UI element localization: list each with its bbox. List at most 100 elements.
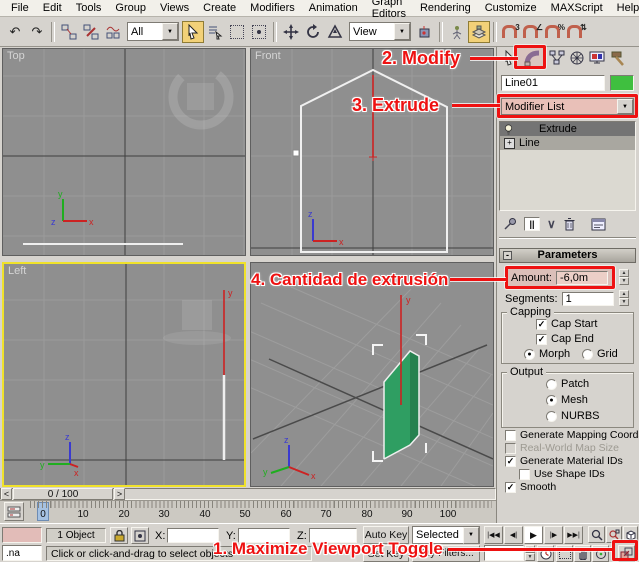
generate-mapping-coords-checkbox[interactable]: Generate Mapping Coords. bbox=[505, 429, 639, 441]
real-world-map-size-checkbox[interactable]: Real-World Map Size bbox=[505, 442, 619, 454]
unlink-button[interactable] bbox=[80, 21, 102, 43]
viewport-canvas-perspective[interactable]: y z y x bbox=[251, 263, 493, 486]
spinner-down-icon[interactable]: ▼ bbox=[619, 298, 629, 306]
tab-utilities[interactable] bbox=[607, 48, 628, 68]
open-mini-curve-editor-button[interactable] bbox=[4, 502, 24, 521]
undo-button[interactable]: ↶ bbox=[4, 21, 26, 43]
make-unique-icon[interactable]: ∨ bbox=[547, 217, 556, 231]
selection-filter-dropdown[interactable]: All ▼ bbox=[127, 22, 179, 41]
use-shape-ids-checkbox[interactable]: Use Shape IDs bbox=[519, 468, 605, 480]
viewport-canvas-front[interactable]: z x bbox=[251, 49, 493, 255]
remove-modifier-icon[interactable] bbox=[563, 217, 576, 231]
mesh-radio[interactable]: ●Mesh bbox=[546, 394, 588, 406]
tab-motion[interactable] bbox=[566, 48, 587, 68]
cap-end-checkbox[interactable]: ✓Cap End bbox=[536, 333, 594, 345]
chevron-down-icon[interactable]: ▼ bbox=[617, 99, 633, 114]
time-slider-handle[interactable]: 0 / 100 bbox=[13, 488, 113, 500]
cap-start-checkbox[interactable]: ✓Cap Start bbox=[536, 318, 597, 330]
amount-field[interactable]: -6,0m bbox=[556, 271, 608, 285]
maxscript-mini-listener-white[interactable]: .na bbox=[2, 545, 42, 561]
spinner-snap-toggle[interactable]: ⇅ bbox=[566, 21, 588, 43]
select-object-button[interactable] bbox=[182, 21, 204, 43]
spinner-up-icon[interactable]: ▲ bbox=[619, 269, 629, 277]
viewport-canvas-left[interactable]: y z y x bbox=[4, 264, 244, 485]
previous-frame-button[interactable]: ◀| bbox=[504, 526, 523, 544]
smooth-checkbox[interactable]: ✓Smooth bbox=[505, 481, 556, 493]
generate-material-ids-checkbox[interactable]: ✓Generate Material IDs bbox=[505, 455, 623, 467]
spinner-down-icon[interactable]: ▼ bbox=[619, 277, 629, 285]
redo-button[interactable]: ↷ bbox=[26, 21, 48, 43]
select-and-move-button[interactable] bbox=[280, 21, 302, 43]
configure-modifier-sets-icon[interactable] bbox=[591, 218, 606, 231]
select-and-rotate-button[interactable] bbox=[302, 21, 324, 43]
grid-radio[interactable]: Grid bbox=[582, 348, 618, 360]
expand-plus-icon[interactable]: + bbox=[504, 138, 515, 149]
chevron-down-icon[interactable]: ▼ bbox=[394, 23, 410, 40]
amount-row: Amount: -6,0m bbox=[511, 271, 608, 285]
menu-file[interactable]: File bbox=[4, 2, 36, 14]
segments-spinner[interactable]: ▲▼ bbox=[619, 290, 629, 306]
menu-help[interactable]: Help bbox=[610, 2, 639, 14]
reference-coordinate-system-dropdown[interactable]: View ▼ bbox=[349, 22, 411, 41]
cap-start-label: Cap Start bbox=[551, 318, 597, 330]
select-and-link-button[interactable] bbox=[58, 21, 80, 43]
go-to-end-button[interactable]: ▶▶| bbox=[564, 526, 583, 544]
nurbs-radio[interactable]: NURBS bbox=[546, 410, 600, 422]
morph-radio[interactable]: ●Morph bbox=[524, 348, 570, 360]
object-color-swatch[interactable] bbox=[610, 75, 634, 91]
chevron-down-icon[interactable]: ▼ bbox=[463, 527, 479, 544]
snaps-toggle-3d[interactable]: 3 bbox=[500, 21, 522, 43]
zoom-button[interactable] bbox=[588, 526, 605, 543]
percent-snap-toggle[interactable]: % bbox=[544, 21, 566, 43]
time-slider-next-button[interactable]: > bbox=[114, 488, 125, 500]
stack-item-line[interactable]: + Line bbox=[500, 136, 635, 150]
spinner-up-icon[interactable]: ▲ bbox=[619, 290, 629, 298]
menu-modifiers[interactable]: Modifiers bbox=[243, 2, 302, 14]
viewport-left[interactable]: y z y x Left bbox=[2, 262, 246, 487]
menu-edit[interactable]: Edit bbox=[36, 2, 69, 14]
play-button[interactable]: ▶ bbox=[524, 526, 543, 544]
use-pivot-point-center-button[interactable] bbox=[414, 21, 436, 43]
x-coord-field[interactable] bbox=[167, 528, 219, 543]
menu-group[interactable]: Group bbox=[108, 2, 153, 14]
select-and-scale-button[interactable] bbox=[324, 21, 346, 43]
menu-animation[interactable]: Animation bbox=[302, 2, 365, 14]
menu-views[interactable]: Views bbox=[153, 2, 196, 14]
keyboard-shortcut-override-toggle[interactable] bbox=[468, 21, 490, 43]
rectangular-selection-region-button[interactable] bbox=[226, 21, 248, 43]
absolute-mode-transform-toggle[interactable] bbox=[131, 527, 149, 544]
viewport-top[interactable]: y x z Top bbox=[2, 48, 246, 256]
select-and-manipulate-button[interactable] bbox=[446, 21, 468, 43]
maxscript-mini-listener-pink[interactable] bbox=[2, 527, 42, 543]
parameters-rollout-header[interactable]: - Parameters bbox=[499, 248, 636, 263]
spinner-down-icon[interactable]: ▼ bbox=[525, 553, 535, 561]
viewport-front[interactable]: z x Front bbox=[250, 48, 494, 256]
tab-hierarchy[interactable] bbox=[546, 48, 567, 68]
window-crossing-toggle[interactable] bbox=[248, 21, 270, 43]
menu-create[interactable]: Create bbox=[196, 2, 243, 14]
show-end-result-toggle[interactable]: || bbox=[524, 217, 540, 231]
viewport-perspective[interactable]: y z y x bbox=[250, 262, 494, 487]
time-slider-prev-button[interactable]: < bbox=[1, 488, 12, 500]
menu-customize[interactable]: Customize bbox=[478, 2, 544, 14]
select-by-name-button[interactable] bbox=[204, 21, 226, 43]
next-frame-button[interactable]: |▶ bbox=[544, 526, 563, 544]
patch-radio[interactable]: Patch bbox=[546, 378, 589, 390]
angle-snap-toggle[interactable]: ∠ bbox=[522, 21, 544, 43]
collapse-icon[interactable]: - bbox=[503, 251, 512, 260]
menu-tools[interactable]: Tools bbox=[69, 2, 109, 14]
bind-to-space-warp-button[interactable] bbox=[102, 21, 124, 43]
stack-item-extrude[interactable]: Extrude bbox=[500, 122, 635, 136]
chevron-down-icon[interactable]: ▼ bbox=[162, 23, 178, 40]
viewport-canvas-top[interactable]: y x z bbox=[3, 49, 245, 255]
menu-maxscript[interactable]: MAXScript bbox=[544, 2, 610, 14]
amount-spinner[interactable]: ▲▼ bbox=[619, 269, 629, 285]
tab-display[interactable] bbox=[586, 48, 607, 68]
modifier-list-dropdown[interactable]: Modifier List ▼ bbox=[501, 98, 634, 115]
go-to-start-button[interactable]: |◀◀ bbox=[484, 526, 503, 544]
object-name-field[interactable]: Line01 bbox=[501, 75, 605, 91]
segments-field[interactable]: 1 bbox=[562, 292, 614, 306]
selection-lock-toggle[interactable] bbox=[110, 527, 128, 544]
pin-stack-icon[interactable] bbox=[503, 217, 517, 231]
menu-rendering[interactable]: Rendering bbox=[413, 2, 478, 14]
